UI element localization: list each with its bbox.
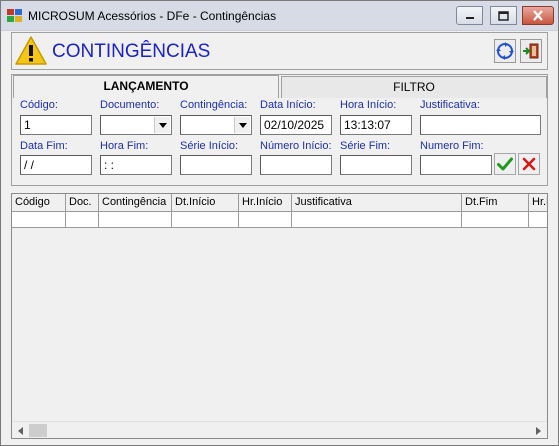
header-panel: CONTINGÊNCIAS <box>11 32 548 70</box>
page-title: CONTINGÊNCIAS <box>52 41 211 62</box>
column-header-hr-inicio[interactable]: Hr.Início <box>239 194 292 212</box>
column-header-codigo[interactable]: Código <box>12 194 66 212</box>
hora-inicio-field[interactable]: 13:13:07 <box>340 115 412 135</box>
table-cell <box>292 212 462 228</box>
column-header-dt-inicio[interactable]: Dt.Início <box>172 194 239 212</box>
exit-button[interactable] <box>520 39 542 63</box>
numero-inicio-field[interactable] <box>260 155 332 175</box>
serie-fim-label: Série Fim: <box>340 140 391 152</box>
scroll-left-icon[interactable] <box>12 422 29 438</box>
documento-select[interactable] <box>100 115 172 135</box>
close-button[interactable] <box>522 6 554 25</box>
warning-icon <box>14 35 48 67</box>
hora-fim-label: Hora Fim: <box>100 140 149 152</box>
check-icon <box>497 157 513 171</box>
numero-inicio-label: Número Início: <box>260 140 332 152</box>
maximize-button[interactable] <box>490 6 517 25</box>
app-icon <box>7 8 23 24</box>
justificativa-label: Justificativa: <box>420 99 480 111</box>
numero-fim-label: Numero Fim: <box>420 140 484 152</box>
data-fim-field[interactable]: / / <box>20 155 92 175</box>
data-inicio-label: Data Início: <box>260 99 316 111</box>
cancel-button[interactable] <box>518 153 540 175</box>
codigo-field[interactable]: 1 <box>20 115 92 135</box>
column-header-doc[interactable]: Doc. <box>66 194 99 212</box>
table-cell <box>172 212 239 228</box>
hora-inicio-label: Hora Início: <box>340 99 397 111</box>
hora-fim-field[interactable]: : : <box>100 155 172 175</box>
column-header-dt-fim[interactable]: Dt.Fim <box>462 194 529 212</box>
minimize-icon <box>465 16 474 19</box>
table-cell <box>12 212 66 228</box>
grid-header: Código Doc. Contingência Dt.Início Hr.In… <box>12 194 547 212</box>
data-fim-label: Data Fim: <box>20 140 68 152</box>
tab-filtro[interactable]: FILTRO <box>281 76 547 98</box>
serie-inicio-label: Série Início: <box>180 140 239 152</box>
chevron-down-icon[interactable] <box>154 117 170 133</box>
horizontal-scrollbar[interactable] <box>12 421 547 438</box>
contingencias-grid[interactable]: Código Doc. Contingência Dt.Início Hr.In… <box>11 193 548 439</box>
refresh-icon <box>496 42 514 60</box>
app-window: MICROSUM Acessórios - DFe - Contingência… <box>0 0 559 446</box>
refresh-button[interactable] <box>494 39 516 63</box>
scroll-right-icon[interactable] <box>530 422 547 438</box>
x-icon <box>522 157 536 171</box>
documento-label: Documento: <box>100 99 160 111</box>
data-inicio-field[interactable]: 02/10/2025 <box>260 115 332 135</box>
column-header-justificativa[interactable]: Justificativa <box>292 194 462 212</box>
table-cell <box>462 212 529 228</box>
tab-lancamento[interactable]: LANÇAMENTO <box>13 75 279 98</box>
minimize-button[interactable] <box>456 6 483 25</box>
confirm-button[interactable] <box>494 153 516 175</box>
codigo-label: Código: <box>20 99 58 111</box>
table-row[interactable] <box>12 212 547 228</box>
contingencia-label: Contingência: <box>180 99 248 111</box>
chevron-down-icon[interactable] <box>234 117 250 133</box>
contingencia-select[interactable] <box>180 115 252 135</box>
window-title: MICROSUM Acessórios - DFe - Contingência… <box>28 9 277 23</box>
title-bar: MICROSUM Acessórios - DFe - Contingência… <box>1 1 558 31</box>
column-header-contingencia[interactable]: Contingência <box>99 194 172 212</box>
table-cell <box>239 212 292 228</box>
table-cell <box>529 212 547 228</box>
table-cell <box>66 212 99 228</box>
justificativa-field[interactable] <box>420 115 541 135</box>
close-icon <box>533 10 543 21</box>
scrollbar-thumb[interactable] <box>29 424 47 437</box>
maximize-icon <box>498 10 509 21</box>
exit-door-icon <box>523 43 539 59</box>
serie-fim-field[interactable] <box>340 155 412 175</box>
serie-inicio-field[interactable] <box>180 155 252 175</box>
column-header-hr-fim[interactable]: Hr.F <box>529 194 547 212</box>
table-cell <box>99 212 172 228</box>
numero-fim-field[interactable] <box>420 155 492 175</box>
